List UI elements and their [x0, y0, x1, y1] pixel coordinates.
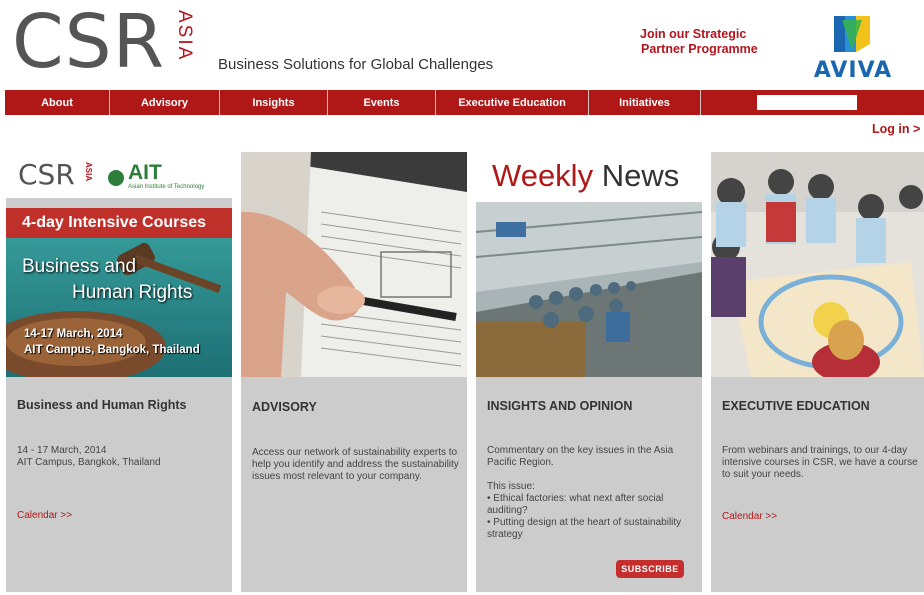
search-input[interactable]	[757, 95, 857, 110]
event-date: 14 - 17 March, 2014	[17, 445, 107, 456]
event-location: AIT Campus, Bangkok, Thailand	[17, 457, 161, 468]
calendar-link[interactable]: Calendar >>	[722, 511, 777, 522]
partner-line-1: Join our Strategic	[640, 27, 747, 41]
card-business-human-rights: CSR ASIA AIT Asian Institute of Technolo…	[6, 152, 232, 592]
promo-ait-fullname: Asian Institute of Technology	[128, 184, 205, 190]
card-title[interactable]: ADVISORY	[252, 400, 317, 414]
issue-item-2[interactable]: • Putting design at the heart of sustain…	[487, 517, 697, 541]
ait-logo-icon	[108, 170, 124, 186]
login-link[interactable]: Log in >	[872, 122, 920, 136]
course-promo-banner[interactable]: CSR ASIA AIT Asian Institute of Technolo…	[6, 152, 232, 377]
tagline: Business Solutions for Global Challenges	[218, 56, 494, 73]
promo-ait-logo: AIT	[128, 161, 162, 184]
promo-banner-text: 4-day Intensive Courses	[22, 214, 207, 231]
card-description: Commentary on the key issues in the Asia…	[487, 445, 674, 468]
nav-advisory[interactable]: Advisory	[110, 90, 220, 115]
issue-item-1[interactable]: • Ethical factories: what next after soc…	[487, 493, 697, 517]
nav-about[interactable]: About	[5, 90, 110, 115]
csr-asia-logo[interactable]: CSR	[12, 2, 165, 82]
promo-place: AIT Campus, Bangkok, Thailand	[24, 344, 200, 356]
advisory-photo[interactable]	[241, 152, 467, 377]
card-title[interactable]: EXECUTIVE EDUCATION	[722, 399, 870, 413]
calendar-link[interactable]: Calendar >>	[17, 510, 72, 521]
partner-line-2: Partner Programme	[641, 42, 758, 56]
card-insights-opinion: Weekly News INSIGHTS AND OPINION Comment…	[476, 152, 702, 592]
partner-programme-link[interactable]: Join our Strategic Partner Programme	[640, 27, 758, 57]
aviva-sponsor-logo[interactable]: AVIVA	[800, 10, 910, 88]
promo-csr-logo: CSR	[18, 158, 75, 191]
factory-photo	[476, 202, 702, 377]
card-title[interactable]: INSIGHTS AND OPINION	[487, 399, 632, 413]
aviva-wordmark: AVIVA	[813, 58, 893, 83]
card-executive-education: EXECUTIVE EDUCATION From webinars and tr…	[711, 152, 924, 592]
card-advisory: ADVISORY Access our network of sustainab…	[241, 152, 467, 592]
weekly-news-photo[interactable]: Weekly News	[476, 152, 702, 377]
weekly-news-heading: Weekly News	[492, 158, 679, 194]
card-title[interactable]: Business and Human Rights	[17, 398, 186, 412]
subscribe-button[interactable]: SUBSCRIBE	[616, 560, 684, 578]
promo-headline-line2: Human Rights	[72, 282, 193, 303]
education-photo[interactable]	[711, 152, 924, 377]
promo-headline-line1: Business and	[22, 256, 137, 277]
main-nav: About Advisory Insights Events Executive…	[5, 90, 924, 115]
weekly-word: Weekly	[492, 158, 594, 193]
workshop-photo	[711, 152, 924, 377]
card-description: Access our network of sustainability exp…	[252, 447, 459, 482]
aviva-flag-icon	[834, 16, 870, 52]
logo-asia-text: ASIA	[174, 10, 195, 62]
nav-events[interactable]: Events	[328, 90, 436, 115]
issue-label: This issue:	[487, 481, 535, 492]
promo-asia-text: ASIA	[84, 162, 93, 182]
document-hand-photo	[241, 152, 467, 377]
site-header: CSR ASIA Business Solutions for Global C…	[0, 0, 924, 88]
news-word: News	[601, 158, 680, 193]
card-description: From webinars and trainings, to our 4-da…	[722, 445, 918, 480]
nav-insights[interactable]: Insights	[220, 90, 328, 115]
nav-executive-education[interactable]: Executive Education	[436, 90, 589, 115]
promo-date: 14-17 March, 2014	[24, 328, 123, 340]
nav-initiatives[interactable]: Initiatives	[589, 90, 701, 115]
